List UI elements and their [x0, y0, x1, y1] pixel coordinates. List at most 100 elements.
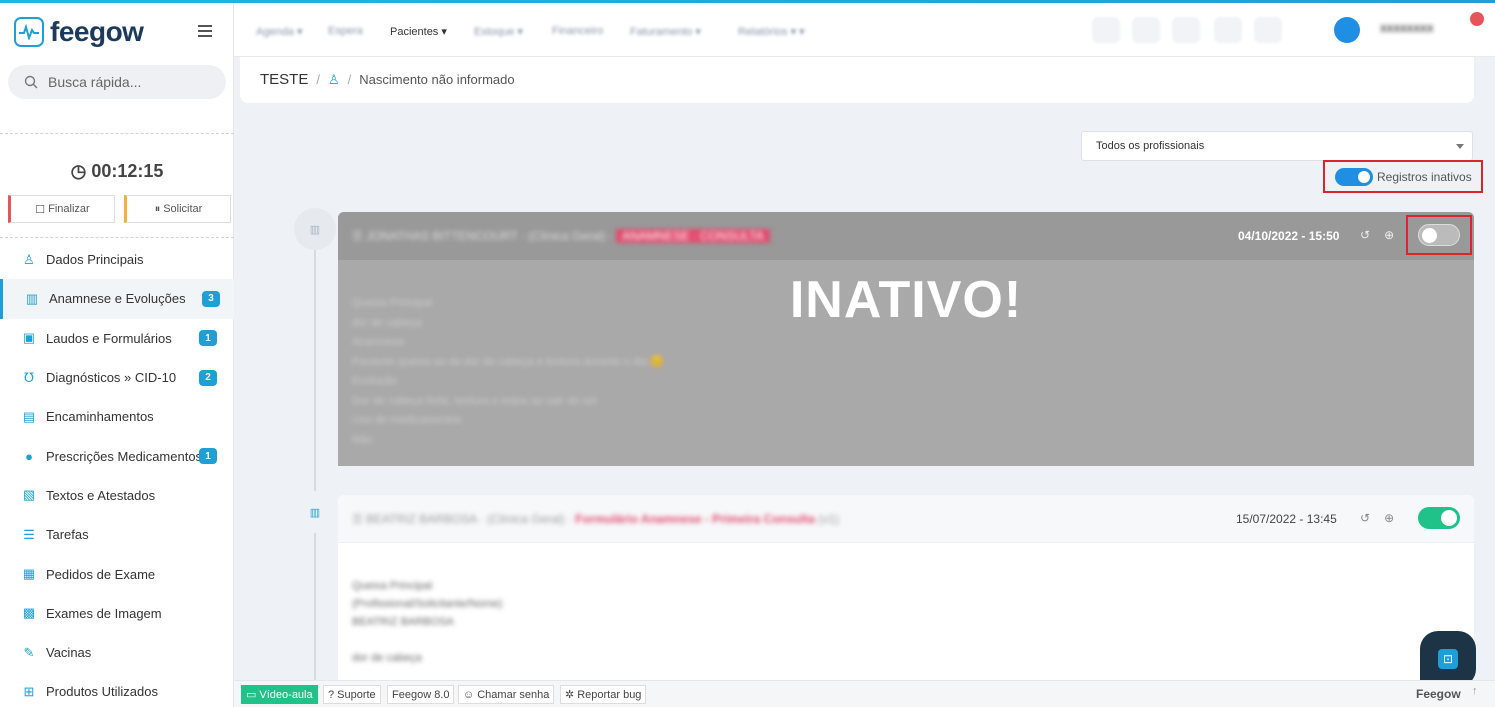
solicitar-button[interactable]: ⏸ Solicitar: [124, 195, 231, 223]
search-placeholder: Busca rápida...: [48, 74, 142, 90]
sidebar-item-vacinas[interactable]: ✎ Vacinas: [0, 633, 234, 672]
sidebar-item-diagnosticos[interactable]: ℧ Diagnósticos » CID-10 2: [0, 358, 234, 397]
syringe-icon: ✎: [23, 644, 35, 660]
sidebar-item-label: Tarefas: [46, 527, 89, 543]
sidebar-item-laudos[interactable]: ▣ Laudos e Formulários 1: [0, 319, 234, 358]
sidebar: feegow Busca rápida... ◷ 00:12:15 ☐ Fina…: [0, 3, 234, 707]
people-icon: ☺: [463, 688, 475, 701]
user-icon[interactable]: ♙: [328, 72, 340, 88]
professional-select[interactable]: Todos os profissionais: [1081, 131, 1473, 161]
nav-item-financeiro[interactable]: Financeiro: [552, 25, 603, 37]
menu-toggle-icon[interactable]: [198, 25, 212, 37]
session-timer: ◷ 00:12:15: [0, 161, 234, 182]
search-icon: [24, 75, 38, 89]
version-button[interactable]: Feegow 8.0: [387, 685, 455, 704]
floating-action-button[interactable]: ⊡: [1420, 631, 1476, 687]
help-icon: ?: [328, 688, 335, 701]
sidebar-item-label: Exames de Imagem: [46, 605, 162, 621]
sidebar-item-prescricoes[interactable]: ● Prescrições Medicamentos 1: [0, 436, 234, 475]
sidebar-item-label: Anamnese e Evoluções: [49, 291, 186, 307]
avatar[interactable]: [1334, 17, 1360, 43]
count-badge: 2: [199, 369, 217, 386]
suporte-button[interactable]: ? Suporte: [323, 685, 381, 704]
sidebar-item-pedidos-exame[interactable]: ▦ Pedidos de Exame: [0, 554, 234, 593]
breadcrumb-separator: /: [316, 72, 320, 87]
bell-icon[interactable]: [1214, 17, 1242, 43]
arrow-up-icon[interactable]: ↑: [1472, 685, 1478, 697]
chart-icon: ▥: [294, 208, 336, 250]
suporte-label: Suporte: [337, 688, 376, 701]
image-exam-icon: ▩: [22, 605, 36, 621]
nav-item-agenda[interactable]: Agenda ▾: [256, 25, 303, 38]
record-header: ☰ BEATRIZ BARBOSA · (Clínica Geral) · Fo…: [338, 495, 1474, 543]
nav-item-relatorios[interactable]: Relatórios ▾ ▾: [738, 25, 805, 38]
sidebar-menu: ♙ Dados Principais ▥ Anamnese e Evoluçõe…: [0, 240, 234, 707]
text-doc-icon: ▧: [22, 487, 36, 503]
pen-icon[interactable]: [1092, 17, 1120, 43]
chart-icon: ▥: [294, 491, 336, 533]
nav-item-espera[interactable]: Espera: [328, 25, 363, 37]
bottom-bar: ▭ Vídeo-aula ? Suporte Feegow 8.0 ☺ Cham…: [234, 680, 1495, 707]
sidebar-item-dados-principais[interactable]: ♙ Dados Principais: [0, 240, 234, 279]
document-icon: ▤: [22, 408, 36, 424]
count-badge: 1: [199, 330, 217, 347]
nav-item-pacientes[interactable]: Pacientes ▾: [390, 25, 447, 38]
inactive-records-toggle[interactable]: Registros inativos: [1323, 160, 1483, 193]
record-active-toggle[interactable]: [1418, 224, 1460, 246]
grid-icon[interactable]: [1172, 17, 1200, 43]
people-icon[interactable]: [1132, 17, 1160, 43]
history-icon[interactable]: ↺: [1360, 511, 1370, 525]
reportar-bug-label: Reportar bug: [577, 688, 642, 701]
product-icon: ⊞: [23, 683, 35, 699]
divider: [0, 133, 234, 134]
inactive-toggle-label: Registros inativos: [1377, 169, 1472, 184]
inactive-toggle-switch[interactable]: [1335, 167, 1373, 186]
logo[interactable]: feegow: [14, 16, 144, 48]
reportar-bug-button[interactable]: ✲ Reportar bug: [560, 685, 647, 704]
record-card-inactive: ☰ JONATHAS BITTENCOURT · (Clínica Geral)…: [338, 212, 1474, 466]
record-date: 04/10/2022 - 15:50: [1238, 229, 1340, 243]
record-header: ☰ JONATHAS BITTENCOURT · (Clínica Geral)…: [338, 212, 1474, 260]
chat-icon[interactable]: [1254, 17, 1282, 43]
sidebar-item-produtos[interactable]: ⊞ Produtos Utilizados: [0, 672, 234, 707]
sidebar-item-label: Encaminhamentos: [46, 409, 154, 425]
nav-item-faturamento[interactable]: Faturamento ▾: [630, 25, 701, 38]
breadcrumb-separator: /: [347, 72, 352, 87]
sidebar-item-label: Laudos e Formulários: [46, 330, 172, 346]
zoom-icon[interactable]: ⊕: [1384, 228, 1394, 242]
user-name[interactable]: XXXXXXXX: [1380, 24, 1433, 35]
footer-brand: Feegow: [1416, 687, 1461, 701]
patient-name[interactable]: TESTE: [260, 71, 308, 88]
search-input[interactable]: Busca rápida...: [8, 65, 226, 99]
nav-item-estoque[interactable]: Estoque ▾: [474, 25, 523, 38]
version-label: Feegow 8.0: [392, 688, 450, 701]
divider: [0, 237, 234, 238]
clock-icon: ◷: [70, 161, 87, 181]
nav-pacientes-label: Pacientes: [390, 26, 439, 38]
finalizar-label: Finalizar: [48, 203, 90, 215]
sidebar-item-anamnese[interactable]: ▥ Anamnese e Evoluções 3: [0, 279, 234, 319]
zoom-icon[interactable]: ⊕: [1384, 511, 1394, 525]
breadcrumb-container: TESTE / ♙ / Nascimento não informado: [240, 57, 1474, 103]
finalizar-button[interactable]: ☐ Finalizar: [8, 195, 115, 223]
video-aula-button[interactable]: ▭ Vídeo-aula: [241, 685, 318, 704]
top-navbar: Agenda ▾ Espera Pacientes ▾ Estoque ▾ Fi…: [234, 3, 1495, 57]
sidebar-item-tarefas[interactable]: ☰ Tarefas: [0, 515, 234, 554]
record-date: 15/07/2022 - 13:45: [1236, 512, 1337, 526]
chamar-senha-button[interactable]: ☺ Chamar senha: [458, 685, 555, 704]
record-active-toggle[interactable]: [1418, 507, 1460, 529]
sidebar-item-label: Diagnósticos » CID-10: [46, 370, 177, 386]
exam-icon: ▦: [22, 566, 36, 582]
chart-icon: ▥: [25, 290, 39, 306]
pills-icon: ●: [25, 448, 33, 464]
record-actions: ↺ ⊕: [1360, 228, 1394, 242]
sidebar-item-label: Vacinas: [46, 645, 92, 661]
history-icon[interactable]: ↺: [1360, 228, 1370, 242]
sidebar-item-exames-imagem[interactable]: ▩ Exames de Imagem: [0, 594, 234, 633]
breadcrumb-bar: TESTE / ♙ / Nascimento não informado: [234, 57, 1495, 103]
user-icon: ♙: [23, 251, 35, 267]
record-body: Queixa Principal (Profissional/Solicitant…: [352, 580, 503, 664]
sidebar-item-textos[interactable]: ▧ Textos e Atestados: [0, 476, 234, 515]
sidebar-item-encaminhamentos[interactable]: ▤ Encaminhamentos: [0, 397, 234, 436]
chevron-down-icon: [1456, 144, 1464, 149]
